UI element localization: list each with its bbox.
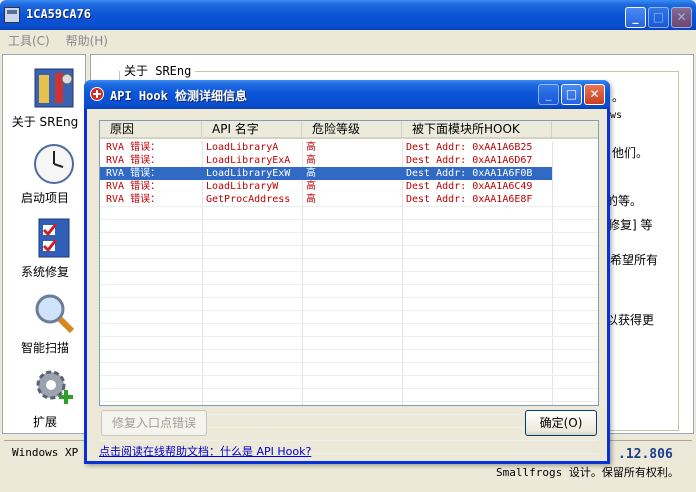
about-legend: 关于 SREng bbox=[120, 62, 196, 79]
cell-level: 高 bbox=[306, 155, 316, 166]
background-text: 他们。 bbox=[612, 146, 649, 160]
help-link[interactable]: 点击阅读在线帮助文档：什么是 API Hook? bbox=[99, 443, 311, 459]
grid-line bbox=[100, 323, 598, 324]
column-header-module[interactable]: 被下面模块所HOOK bbox=[402, 121, 552, 139]
grid-line bbox=[100, 349, 598, 350]
table-row[interactable]: RVA 错误： LoadLibraryA 高 Dest Addr: 0xAA1A6B2… bbox=[100, 141, 552, 154]
window-title: 1CA59CA76 bbox=[26, 7, 92, 21]
grid-line bbox=[100, 388, 598, 389]
column-header-level[interactable]: 危险等级 bbox=[302, 121, 402, 139]
grid-line bbox=[100, 232, 598, 233]
grid-line bbox=[100, 245, 598, 246]
maximize-button[interactable]: □ bbox=[648, 7, 669, 28]
copyright-text: Smallfrogs 设计。保留所有权利。 bbox=[496, 466, 679, 479]
tools-icon bbox=[34, 68, 74, 108]
cell-module: Dest Addr: 0xAA1A6B25 bbox=[406, 142, 533, 153]
dialog-minimize-button[interactable]: _ bbox=[538, 84, 559, 105]
sidebar-item-about[interactable]: 关于 SREng bbox=[3, 63, 87, 133]
menu-tools[interactable]: 工具(C) bbox=[8, 30, 50, 52]
dialog-maximize-button[interactable]: □ bbox=[561, 84, 582, 105]
grid-line bbox=[100, 401, 598, 402]
grid-line bbox=[100, 206, 598, 207]
minimize-button[interactable]: _ bbox=[625, 7, 646, 28]
cell-reason: RVA 错误： bbox=[106, 142, 161, 153]
ok-button[interactable]: 确定(O) bbox=[525, 410, 597, 436]
background-text: 。 bbox=[612, 90, 625, 104]
cell-level: 高 bbox=[306, 142, 316, 153]
menu-help[interactable]: 帮助(H) bbox=[66, 30, 108, 52]
sidebar-item-label: 关于 SREng bbox=[11, 115, 79, 129]
grid-line bbox=[100, 284, 598, 285]
grid-line bbox=[100, 310, 598, 311]
checklist-icon bbox=[38, 218, 70, 258]
cell-api: LoadLibraryExA bbox=[206, 155, 291, 166]
list-header: 原因 API 名字 危险等级 被下面模块所HOOK bbox=[100, 121, 598, 139]
sidebar-item-label: 扩展 bbox=[32, 415, 57, 429]
cell-reason: RVA 错误： bbox=[106, 194, 161, 205]
grid-line bbox=[100, 375, 598, 376]
cell-level: 高 bbox=[306, 181, 316, 192]
cell-module: Dest Addr: 0xAA1A6C49 bbox=[406, 181, 533, 192]
background-text: ws bbox=[610, 110, 623, 121]
os-info: Windows XP P bbox=[12, 446, 92, 459]
magnifier-icon bbox=[35, 294, 75, 334]
grid-line bbox=[100, 271, 598, 272]
grid-line bbox=[100, 336, 598, 337]
table-row[interactable]: RVA 错误： LoadLibraryExW 高 Dest Addr: 0xAA1A6… bbox=[100, 167, 552, 180]
repair-entry-button[interactable]: 修复入口点错误 bbox=[101, 410, 207, 436]
cell-module: Dest Addr: 0xAA1A6D67 bbox=[406, 155, 533, 166]
dialog-titlebar[interactable]: API Hook 检测详细信息 _ □ ✕ bbox=[84, 80, 610, 109]
sidebar-item-label: 智能扫描 bbox=[20, 341, 69, 355]
table-row[interactable]: RVA 错误： GetProcAddress 高 Dest Addr: 0xAA1A6… bbox=[100, 193, 552, 206]
app-icon bbox=[4, 7, 20, 23]
dialog-close-button[interactable]: ✕ bbox=[584, 84, 605, 105]
grid-line bbox=[100, 219, 598, 220]
background-text: 修复] 等 bbox=[608, 218, 653, 232]
cell-reason: RVA 错误： bbox=[106, 155, 161, 166]
sidebar-item-extension[interactable]: 扩展 bbox=[3, 363, 87, 433]
version-label: .12.806 bbox=[618, 447, 673, 462]
sidebar-item-scan[interactable]: 智能扫描 bbox=[3, 289, 87, 359]
background-text: 以获得更 bbox=[606, 313, 655, 327]
sidebar-item-label: 启动项目 bbox=[20, 191, 69, 205]
cell-level: 高 bbox=[306, 168, 316, 179]
cell-reason: RVA 错误： bbox=[106, 168, 161, 179]
warning-icon bbox=[90, 87, 104, 101]
sidebar: 关于 SREng 启动项目 系统修复 智能扫描 扩展 bbox=[2, 54, 86, 434]
gear-plus-icon bbox=[36, 370, 73, 404]
grid-line bbox=[100, 297, 598, 298]
table-row[interactable]: RVA 错误： LoadLibraryW 高 Dest Addr: 0xAA1A6C4… bbox=[100, 180, 552, 193]
cell-reason: RVA 错误： bbox=[106, 181, 161, 192]
grid-line bbox=[100, 258, 598, 259]
sidebar-item-label: 系统修复 bbox=[20, 265, 69, 279]
grid-line bbox=[100, 440, 598, 441]
dialog-title: API Hook 检测详细信息 bbox=[110, 89, 248, 103]
grid-line bbox=[100, 362, 598, 363]
column-header-api[interactable]: API 名字 bbox=[202, 121, 302, 139]
close-button[interactable]: ✕ bbox=[671, 7, 692, 28]
cell-level: 高 bbox=[306, 194, 316, 205]
background-text: 希望所有 bbox=[610, 253, 659, 267]
cell-api: GetProcAddress bbox=[206, 194, 291, 205]
cell-api: LoadLibraryExW bbox=[206, 168, 291, 179]
cell-module: Dest Addr: 0xAA1A6F0B bbox=[406, 168, 533, 179]
menubar: 工具(C) 帮助(H) bbox=[0, 30, 696, 52]
table-row[interactable]: RVA 错误： LoadLibraryExA 高 Dest Addr: 0xAA1A6… bbox=[100, 154, 552, 167]
column-divider bbox=[552, 141, 553, 405]
sidebar-item-repair[interactable]: 系统修复 bbox=[3, 213, 87, 283]
column-header-reason[interactable]: 原因 bbox=[100, 121, 202, 139]
main-titlebar[interactable]: 1CA59CA76 _ □ ✕ bbox=[0, 0, 696, 30]
cell-api: LoadLibraryA bbox=[206, 142, 279, 153]
api-hook-dialog: API Hook 检测详细信息 _ □ ✕ 原因 API 名字 危险等级 被下面… bbox=[84, 80, 610, 464]
sidebar-item-startup[interactable]: 启动项目 bbox=[3, 139, 87, 209]
hook-list[interactable]: 原因 API 名字 危险等级 被下面模块所HOOK RVA 错误： LoadLib… bbox=[99, 120, 599, 454]
background-text: 的等。 bbox=[606, 194, 643, 208]
cell-api: LoadLibraryW bbox=[206, 181, 279, 192]
cell-module: Dest Addr: 0xAA1A6E8F bbox=[406, 194, 533, 205]
clock-icon bbox=[34, 144, 74, 184]
